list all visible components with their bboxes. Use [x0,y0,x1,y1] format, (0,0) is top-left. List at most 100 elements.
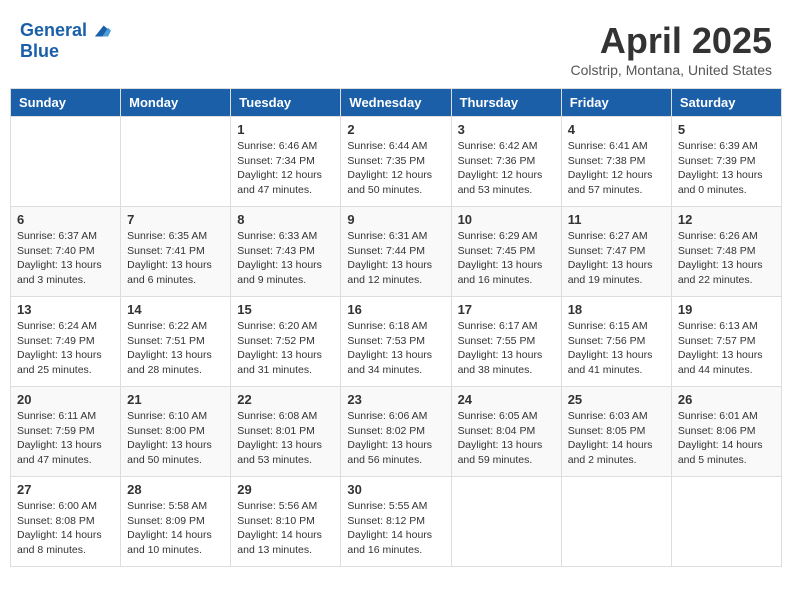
day-info: Sunrise: 6:35 AMSunset: 7:41 PMDaylight:… [127,229,224,288]
calendar-cell: 21 Sunrise: 6:10 AMSunset: 8:00 PMDayligh… [121,387,231,477]
calendar-cell: 17 Sunrise: 6:17 AMSunset: 7:55 PMDayligh… [451,297,561,387]
calendar-cell [671,477,781,567]
day-info: Sunrise: 6:13 AMSunset: 7:57 PMDaylight:… [678,319,775,378]
calendar-week-2: 6 Sunrise: 6:37 AMSunset: 7:40 PMDaylight… [11,207,782,297]
day-info: Sunrise: 5:58 AMSunset: 8:09 PMDaylight:… [127,499,224,558]
calendar-cell: 27Sunrise: 6:00 AMSunset: 8:08 PMDayligh… [11,477,121,567]
day-number: 10 [458,212,555,227]
day-info: Sunrise: 6:31 AMSunset: 7:44 PMDaylight:… [347,229,444,288]
day-number: 5 [678,122,775,137]
day-number: 19 [678,302,775,317]
day-header-thursday: Thursday [451,89,561,117]
day-number: 17 [458,302,555,317]
day-number: 18 [568,302,665,317]
day-info: Sunrise: 6:41 AMSunset: 7:38 PMDaylight:… [568,139,665,198]
day-number: 30 [347,482,444,497]
day-number: 6 [17,212,114,227]
day-header-wednesday: Wednesday [341,89,451,117]
logo-subtext: Blue [20,42,111,62]
day-info: Sunrise: 5:55 AMSunset: 8:12 PMDaylight:… [347,499,444,558]
calendar-week-1: 1 Sunrise: 6:46 AMSunset: 7:34 PMDaylight… [11,117,782,207]
day-info: Sunrise: 6:37 AMSunset: 7:40 PMDaylight:… [17,229,114,288]
day-info: Sunrise: 6:06 AMSunset: 8:02 PMDaylight:… [347,409,444,468]
day-header-tuesday: Tuesday [231,89,341,117]
day-number: 22 [237,392,334,407]
calendar-cell: 16Sunrise: 6:18 AMSunset: 7:53 PMDayligh… [341,297,451,387]
calendar-cell: 8 Sunrise: 6:33 AMSunset: 7:43 PMDaylight… [231,207,341,297]
day-info: Sunrise: 6:08 AMSunset: 8:01 PMDaylight:… [237,409,334,468]
day-number: 29 [237,482,334,497]
day-number: 9 [347,212,444,227]
calendar-cell: 23 Sunrise: 6:06 AMSunset: 8:02 PMDayligh… [341,387,451,477]
day-header-saturday: Saturday [671,89,781,117]
calendar-cell: 11 Sunrise: 6:27 AMSunset: 7:47 PMDayligh… [561,207,671,297]
day-number: 3 [458,122,555,137]
day-number: 20 [17,392,114,407]
day-info: Sunrise: 6:17 AMSunset: 7:55 PMDaylight:… [458,319,555,378]
day-number: 11 [568,212,665,227]
calendar-week-4: 20 Sunrise: 6:11 AMSunset: 7:59 PMDayligh… [11,387,782,477]
calendar-cell [561,477,671,567]
calendar-cell: 2 Sunrise: 6:44 AMSunset: 7:35 PMDaylight… [341,117,451,207]
calendar-cell: 12 Sunrise: 6:26 AMSunset: 7:48 PMDayligh… [671,207,781,297]
day-header-friday: Friday [561,89,671,117]
day-number: 12 [678,212,775,227]
day-info: Sunrise: 6:03 AMSunset: 8:05 PMDaylight:… [568,409,665,468]
day-info: Sunrise: 6:33 AMSunset: 7:43 PMDaylight:… [237,229,334,288]
day-info: Sunrise: 6:01 AMSunset: 8:06 PMDaylight:… [678,409,775,468]
page-header: General Blue April 2025 Colstrip, Montan… [10,10,782,83]
title-area: April 2025 Colstrip, Montana, United Sta… [570,20,772,78]
calendar-cell: 9 Sunrise: 6:31 AMSunset: 7:44 PMDaylight… [341,207,451,297]
day-number: 21 [127,392,224,407]
calendar-cell: 26Sunrise: 6:01 AMSunset: 8:06 PMDayligh… [671,387,781,477]
calendar-week-3: 13Sunrise: 6:24 AMSunset: 7:49 PMDayligh… [11,297,782,387]
day-number: 13 [17,302,114,317]
day-info: Sunrise: 5:56 AMSunset: 8:10 PMDaylight:… [237,499,334,558]
calendar-cell [11,117,121,207]
calendar-header-row: SundayMondayTuesdayWednesdayThursdayFrid… [11,89,782,117]
day-header-sunday: Sunday [11,89,121,117]
calendar-cell: 18 Sunrise: 6:15 AMSunset: 7:56 PMDayligh… [561,297,671,387]
calendar-cell: 4Sunrise: 6:41 AMSunset: 7:38 PMDaylight… [561,117,671,207]
day-info: Sunrise: 6:20 AMSunset: 7:52 PMDaylight:… [237,319,334,378]
calendar-cell [121,117,231,207]
day-info: Sunrise: 6:05 AMSunset: 8:04 PMDaylight:… [458,409,555,468]
month-title: April 2025 [570,20,772,62]
day-info: Sunrise: 6:42 AMSunset: 7:36 PMDaylight:… [458,139,555,198]
day-number: 1 [237,122,334,137]
day-info: Sunrise: 6:26 AMSunset: 7:48 PMDaylight:… [678,229,775,288]
calendar-cell: 10 Sunrise: 6:29 AMSunset: 7:45 PMDayligh… [451,207,561,297]
day-number: 2 [347,122,444,137]
day-number: 8 [237,212,334,227]
calendar-cell: 14Sunrise: 6:22 AMSunset: 7:51 PMDayligh… [121,297,231,387]
calendar-cell: 28 Sunrise: 5:58 AMSunset: 8:09 PMDayligh… [121,477,231,567]
day-number: 25 [568,392,665,407]
calendar-cell: 1 Sunrise: 6:46 AMSunset: 7:34 PMDaylight… [231,117,341,207]
day-info: Sunrise: 6:10 AMSunset: 8:00 PMDaylight:… [127,409,224,468]
day-number: 28 [127,482,224,497]
day-number: 27 [17,482,114,497]
day-info: Sunrise: 6:27 AMSunset: 7:47 PMDaylight:… [568,229,665,288]
calendar-cell [451,477,561,567]
calendar-cell: 22 Sunrise: 6:08 AMSunset: 8:01 PMDayligh… [231,387,341,477]
day-info: Sunrise: 6:15 AMSunset: 7:56 PMDaylight:… [568,319,665,378]
day-info: Sunrise: 6:22 AMSunset: 7:51 PMDaylight:… [127,319,224,378]
calendar-cell: 6 Sunrise: 6:37 AMSunset: 7:40 PMDaylight… [11,207,121,297]
day-info: Sunrise: 6:39 AMSunset: 7:39 PMDaylight:… [678,139,775,198]
calendar-cell: 15Sunrise: 6:20 AMSunset: 7:52 PMDayligh… [231,297,341,387]
calendar-cell: 30 Sunrise: 5:55 AMSunset: 8:12 PMDayligh… [341,477,451,567]
calendar-cell: 24Sunrise: 6:05 AMSunset: 8:04 PMDayligh… [451,387,561,477]
calendar-table: SundayMondayTuesdayWednesdayThursdayFrid… [10,88,782,567]
calendar-cell: 20 Sunrise: 6:11 AMSunset: 7:59 PMDayligh… [11,387,121,477]
location: Colstrip, Montana, United States [570,62,772,78]
calendar-cell: 13Sunrise: 6:24 AMSunset: 7:49 PMDayligh… [11,297,121,387]
day-number: 23 [347,392,444,407]
day-info: Sunrise: 6:46 AMSunset: 7:34 PMDaylight:… [237,139,334,198]
day-info: Sunrise: 6:44 AMSunset: 7:35 PMDaylight:… [347,139,444,198]
day-info: Sunrise: 6:11 AMSunset: 7:59 PMDaylight:… [17,409,114,468]
day-info: Sunrise: 6:29 AMSunset: 7:45 PMDaylight:… [458,229,555,288]
calendar-cell: 5 Sunrise: 6:39 AMSunset: 7:39 PMDaylight… [671,117,781,207]
day-header-monday: Monday [121,89,231,117]
calendar-cell: 7Sunrise: 6:35 AMSunset: 7:41 PMDaylight… [121,207,231,297]
day-number: 16 [347,302,444,317]
